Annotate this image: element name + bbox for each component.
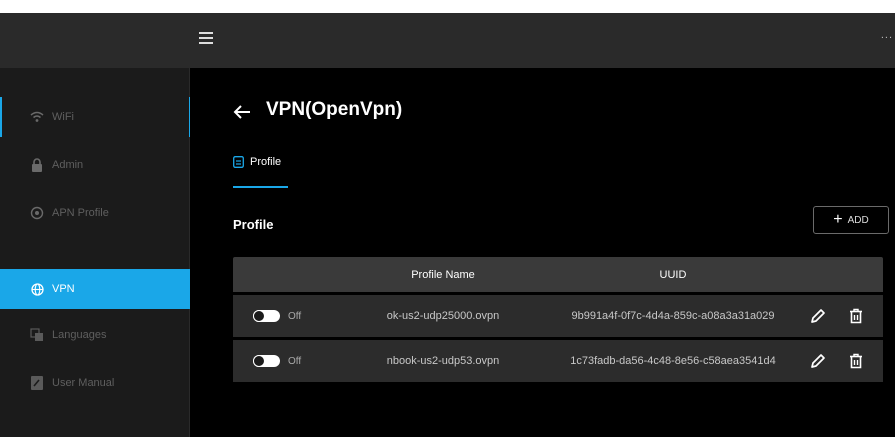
- sidebar-item-label: VPN: [52, 283, 75, 295]
- language-icon: [30, 328, 44, 342]
- toggle-status-label: Off: [288, 310, 302, 322]
- sidebar-item-label: WiFi: [52, 111, 74, 123]
- sidebar-item-languages[interactable]: Languages: [0, 315, 190, 355]
- toggle-status-label: Off: [288, 355, 302, 367]
- globe-icon: [30, 282, 44, 296]
- sidebar-item-label: Admin: [52, 159, 84, 171]
- uuid-cell: 9b991a4f-0f7c-4d4a-859c-a08a3a31a029: [571, 310, 775, 322]
- apn-profile-icon: [30, 206, 44, 220]
- document-icon: [233, 156, 244, 168]
- top-bar: ...: [190, 13, 895, 68]
- manual-icon: [30, 376, 44, 390]
- wifi-icon: [30, 110, 44, 124]
- hamburger-menu-icon[interactable]: [199, 32, 213, 44]
- table-row: Off nbook-us2-udp53.ovpn 1c73fadb-da56-4…: [233, 337, 883, 382]
- enable-toggle[interactable]: [253, 310, 280, 322]
- sidebar-item-label: User Manual: [52, 377, 115, 389]
- sidebar-item-apn-profile[interactable]: APN Profile: [0, 193, 190, 233]
- section-title: Profile: [233, 217, 274, 232]
- page-title: VPN(OpenVpn): [266, 99, 403, 120]
- delete-trash-icon[interactable]: [846, 306, 866, 326]
- sidebar-item-user-manual[interactable]: User Manual: [0, 363, 190, 403]
- uuid-cell: 1c73fadb-da56-4c48-8e56-c58aea3541d4: [570, 355, 776, 367]
- column-header-profile-name: Profile Name: [411, 268, 475, 281]
- app-window: WiFi Admin APN Profile VPN Languages Use…: [0, 13, 895, 437]
- profile-name-cell: nbook-us2-udp53.ovpn: [386, 355, 500, 367]
- add-button-label: ADD: [847, 214, 869, 226]
- sidebar-item-label: APN Profile: [52, 207, 109, 219]
- profile-name-cell: ok-us2-udp25000.ovpn: [386, 310, 500, 322]
- lock-icon: [30, 158, 44, 172]
- main-content: VPN(OpenVpn) Profile Profile + ADD Profi…: [191, 68, 895, 437]
- sidebar-item-label: Languages: [52, 329, 107, 341]
- profiles-table: Profile Name UUID Off ok-us2-udp25000.ov…: [233, 257, 883, 382]
- table-header: Profile Name UUID: [233, 257, 883, 292]
- sidebar: WiFi Admin APN Profile VPN Languages Use…: [0, 13, 190, 437]
- tab-profile[interactable]: Profile: [233, 156, 288, 188]
- sidebar-header: [0, 13, 189, 68]
- more-options-button[interactable]: ...: [881, 29, 893, 41]
- edit-pencil-icon[interactable]: [808, 351, 828, 371]
- sidebar-item-wifi[interactable]: WiFi: [0, 97, 190, 137]
- add-profile-button[interactable]: + ADD: [813, 206, 889, 234]
- edit-pencil-icon[interactable]: [808, 306, 828, 326]
- enable-toggle[interactable]: [253, 355, 280, 367]
- column-header-uuid: UUID: [659, 268, 687, 281]
- back-arrow-icon[interactable]: [233, 103, 255, 121]
- table-row: Off ok-us2-udp25000.ovpn 9b991a4f-0f7c-4…: [233, 292, 883, 337]
- plus-icon: +: [833, 211, 843, 228]
- sidebar-item-admin[interactable]: Admin: [0, 145, 190, 185]
- tab-label: Profile: [250, 156, 282, 168]
- delete-trash-icon[interactable]: [846, 351, 866, 371]
- sidebar-item-vpn[interactable]: VPN: [0, 269, 190, 309]
